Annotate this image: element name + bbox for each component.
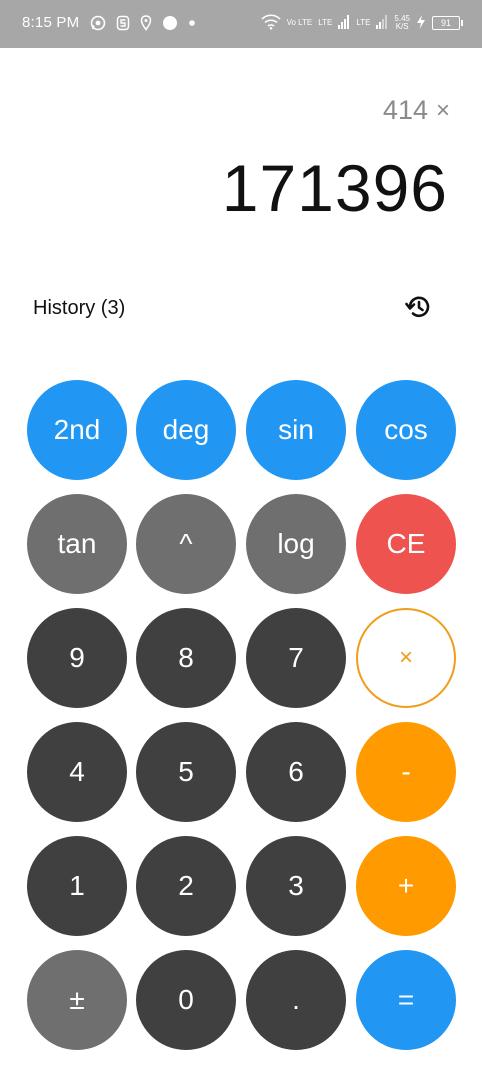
key-deg-button[interactable]: deg — [136, 380, 236, 480]
key-equals-button[interactable]: = — [356, 950, 456, 1050]
key-7-button[interactable]: 7 — [246, 608, 346, 708]
key-plusminus-button[interactable]: ± — [27, 950, 127, 1050]
key-6-button[interactable]: 6 — [246, 722, 346, 822]
key-1-button[interactable]: 1 — [27, 836, 127, 936]
key-3-button[interactable]: 3 — [246, 836, 346, 936]
key-dot-button[interactable]: . — [246, 950, 346, 1050]
key-8-button[interactable]: 8 — [136, 608, 236, 708]
key-cos-button[interactable]: cos — [356, 380, 456, 480]
keypad: 2nd deg sin cos tan ^ log CE 9 8 7 × 4 5 6- 1 2 3 + ±0. = — [0, 0, 482, 1080]
key-5-button[interactable]: 5 — [136, 722, 236, 822]
key-sin-button[interactable]: sin — [246, 380, 346, 480]
key-minus-button[interactable]: - — [356, 722, 456, 822]
key-4-button[interactable]: 4 — [27, 722, 127, 822]
key-multiply-button[interactable]: × — [356, 608, 456, 708]
key-log-button[interactable]: log — [246, 494, 346, 594]
key-0-button[interactable]: 0 — [136, 950, 236, 1050]
key-tan-button[interactable]: tan — [27, 494, 127, 594]
key-2-button[interactable]: 2 — [136, 836, 236, 936]
key-plus-button[interactable]: + — [356, 836, 456, 936]
key-2nd-button[interactable]: 2nd — [27, 380, 127, 480]
key-ce-button[interactable]: CE — [356, 494, 456, 594]
key-power-button[interactable]: ^ — [136, 494, 236, 594]
key-9-button[interactable]: 9 — [27, 608, 127, 708]
